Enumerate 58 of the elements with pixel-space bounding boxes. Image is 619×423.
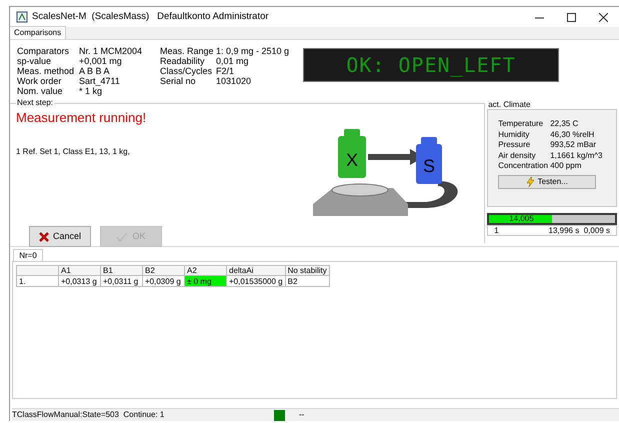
- timing-cell-text: 1: [494, 226, 500, 235]
- column-header: B2: [142, 266, 184, 276]
- window-title: ScalesNet-M (ScalesMass) Defaultkonto Administrator: [32, 10, 269, 24]
- lightning-icon: [526, 176, 534, 186]
- step-description: 1 Ref. Set 1, Class E1, 13, 1 kg,: [16, 146, 131, 158]
- info-label: Readability: [160, 56, 206, 66]
- column-header: [16, 266, 58, 276]
- display-text: OK: OPEN_LEFT: [346, 52, 516, 79]
- climate-label: Concentration: [498, 161, 550, 172]
- climate-value: 993,52 mBar: [550, 140, 596, 150]
- info-label: Serial no: [160, 76, 197, 86]
- tab[interactable]: Nr=0: [13, 249, 43, 261]
- column-header: deltaAi: [226, 266, 286, 276]
- progress-value: 14,005: [509, 215, 534, 223]
- cross-icon: [38, 232, 49, 242]
- tab[interactable]: Comparisons: [10, 26, 66, 39]
- climate-value: 1,1661 kg/m^3: [550, 150, 602, 161]
- climate-value: 22,35 C: [550, 119, 578, 130]
- climate-label: Pressure: [498, 140, 532, 150]
- climate-label: Humidity: [498, 130, 530, 140]
- column-header: B1: [100, 266, 142, 276]
- app-icon: [16, 11, 28, 23]
- test-button[interactable]: Testen...: [498, 174, 596, 188]
- info-label: Meas. Range: [160, 46, 215, 56]
- info-label: Comparators: [17, 46, 70, 56]
- timing-cell-text: 13,996 s: [548, 226, 580, 235]
- status-text: TClassFlowManual:State=503 Continue: 1: [12, 409, 166, 421]
- info-value: * 1 kg: [79, 86, 102, 96]
- climate-value: 46,30 %relH: [550, 130, 594, 140]
- panel-legend: Next step:: [16, 98, 54, 108]
- table-cell: 1.: [16, 276, 58, 286]
- info-value: A B B A: [79, 66, 110, 76]
- info-value: Sart_4711: [79, 76, 120, 86]
- info-value: 0,01 mg: [216, 56, 249, 66]
- info-value: 1: 0,9 mg - 2510 g: [216, 46, 290, 56]
- info-label: Nom. value: [17, 86, 64, 96]
- panel-legend: act. Climate: [488, 100, 619, 109]
- info-label: Class/Cycles: [160, 66, 214, 76]
- climate-label: Temperature: [498, 119, 544, 130]
- cancel-button[interactable]: Cancel: [29, 226, 91, 247]
- info-value: 1031020: [216, 76, 252, 86]
- timing-cell: 0,009 s: [584, 226, 610, 235]
- close-icon: [598, 12, 608, 22]
- info-value: F2/1: [216, 66, 234, 76]
- column-header: A1: [58, 266, 100, 276]
- info-label: sp-value: [17, 56, 52, 66]
- info-label: Meas. method: [17, 66, 76, 76]
- status-extra: --: [299, 409, 304, 421]
- info-value: +0,001 mg: [79, 56, 122, 66]
- climate-value: 400 ppm: [550, 161, 582, 172]
- maximize-icon: [566, 12, 576, 22]
- status-heading: Measurement running!: [16, 110, 148, 126]
- info-label: Work order: [17, 76, 62, 86]
- column-header: No stability: [285, 266, 330, 276]
- info-value: Nr. 1 MCM2004: [79, 46, 142, 56]
- column-header: A2: [184, 266, 226, 276]
- climate-label: Air density: [498, 150, 537, 161]
- balance-diagram-drawing: X S: [298, 116, 468, 226]
